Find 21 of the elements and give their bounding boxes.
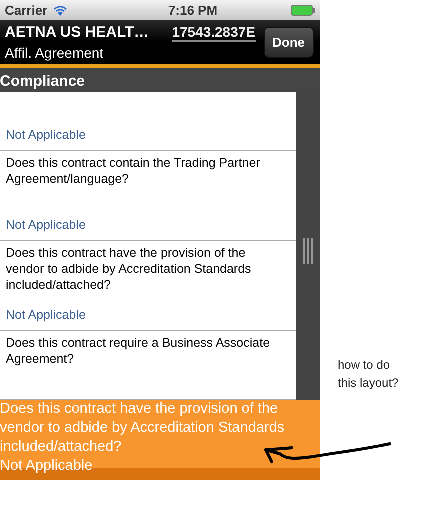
nav-title: AETNA US HEALT…	[5, 24, 150, 42]
annotation-note: how to do this layout?	[338, 357, 400, 392]
record-code: 17543.2837E	[172, 24, 256, 42]
answer-value: Not Applicable	[6, 308, 87, 322]
question-text: Does this contract require a Business Associate Agreement?	[6, 335, 272, 367]
done-button[interactable]: Done	[264, 26, 314, 58]
question-row[interactable]: Does this contract contain the Trading Partner Agreement/language? Not Applicable	[0, 151, 296, 241]
panel-answer: Not Applicable	[0, 457, 94, 476]
grip-icon	[303, 238, 313, 264]
question-text: Does this contract have the provision of the vendor to adbide by Accreditation Standards included/attached?	[6, 245, 252, 293]
answer-value: Not Applicable	[6, 218, 87, 232]
carrier-label: Carrier	[5, 2, 48, 18]
question-row[interactable]: Not Applicable	[0, 92, 296, 151]
question-text: Does this contract contain the Trading Partner Agreement/language?	[6, 155, 262, 187]
clock-time: 7:16 PM	[168, 2, 218, 18]
wifi-icon	[52, 4, 68, 16]
panel-question: Does this contract have the provision of the vendor to adbide by Accreditation Standards included/attached?	[0, 400, 286, 457]
nav-subtitle: Affil. Agreement	[5, 44, 105, 60]
battery-icon	[290, 4, 315, 16]
question-row[interactable]: Does this contract have the provision of the vendor to adbide by Accreditation Standards included/attached? Not Applicable	[0, 241, 296, 331]
answer-value: Not Applicable	[6, 128, 87, 142]
